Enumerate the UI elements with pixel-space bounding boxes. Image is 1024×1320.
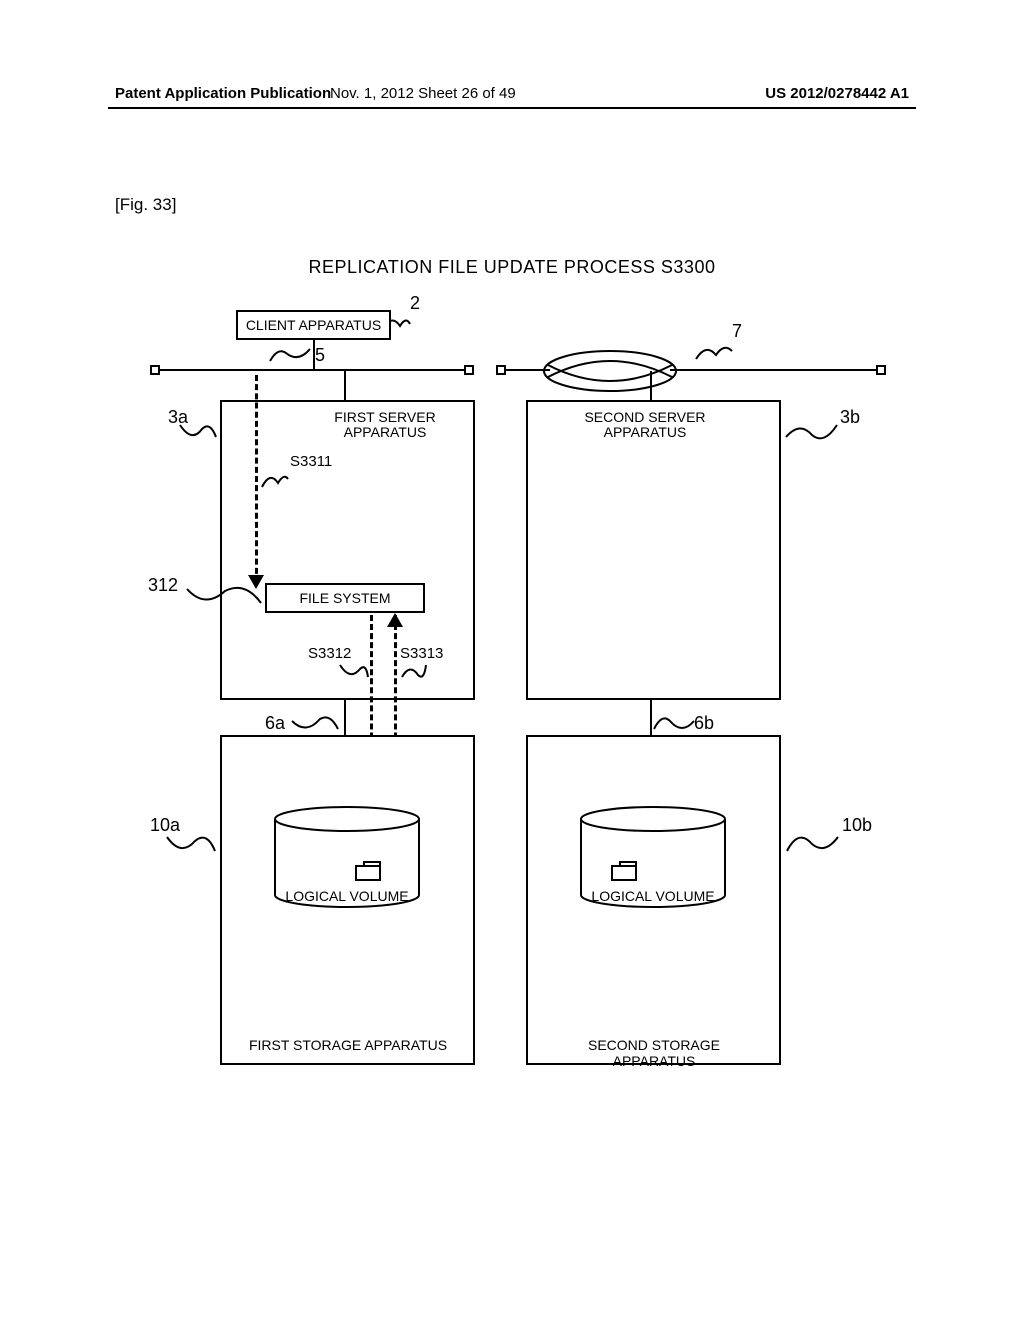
- network-line-left: [154, 369, 474, 371]
- arrowhead-icon: [387, 613, 403, 627]
- header-rule: [108, 107, 916, 109]
- figure-label: [Fig. 33]: [115, 195, 176, 215]
- ref-10a: 10a: [150, 815, 180, 836]
- first-server-label: FIRST SERVER APPARATUS: [320, 410, 450, 441]
- page-header: Patent Application Publication Nov. 1, 2…: [0, 85, 1024, 102]
- ref-5: 5: [315, 345, 325, 366]
- hatch-10a-icon: [165, 835, 217, 857]
- hatch-5-icon: [268, 347, 312, 365]
- logical-volume-left: LOGICAL VOLUME: [272, 805, 422, 910]
- ref-312: 312: [148, 575, 178, 596]
- connector-line: [650, 371, 652, 401]
- hatch-6a-icon: [290, 715, 340, 735]
- net-endpoint-icon: [150, 365, 160, 375]
- header-right: US 2012/0278442 A1: [765, 85, 909, 102]
- net-endpoint-icon: [496, 365, 506, 375]
- file-icon: [354, 860, 382, 882]
- hatch-s3311-icon: [260, 469, 290, 489]
- second-server-text: SECOND SERVER APPARATUS: [584, 409, 705, 440]
- hatch-10b-icon: [785, 835, 840, 857]
- ref-s3313: S3313: [400, 645, 443, 662]
- net-endpoint-icon: [876, 365, 886, 375]
- connector-line: [650, 700, 652, 735]
- hatch-7-icon: [694, 339, 734, 361]
- first-storage-label: FIRST STORAGE APPARATUS: [248, 1037, 448, 1053]
- ref-3b: 3b: [840, 407, 860, 428]
- hatch-3b-icon: [784, 423, 839, 445]
- connector-line: [670, 369, 880, 371]
- dashed-arrow-s3311: [255, 375, 258, 583]
- connector-line: [344, 371, 346, 401]
- client-apparatus-box: CLIENT APPARATUS: [236, 310, 391, 340]
- logical-volume-label: LOGICAL VOLUME: [578, 888, 728, 904]
- net-endpoint-icon: [464, 365, 474, 375]
- hatch-s3312-icon: [338, 663, 370, 683]
- first-server-text: FIRST SERVER APPARATUS: [334, 409, 435, 440]
- hatch-6b-icon: [652, 715, 696, 735]
- ref-6b: 6b: [694, 713, 714, 734]
- hatch-s3313-icon: [400, 663, 428, 683]
- connector-line: [344, 700, 346, 735]
- logical-volume-label: LOGICAL VOLUME: [272, 888, 422, 904]
- header-left: Patent Application Publication: [115, 85, 331, 102]
- file-icon: [610, 860, 638, 882]
- ref-s3312: S3312: [308, 645, 351, 662]
- ref-10b: 10b: [842, 815, 872, 836]
- logical-volume-right: LOGICAL VOLUME: [578, 805, 728, 910]
- diagram-title: REPLICATION FILE UPDATE PROCESS S3300: [0, 257, 1024, 278]
- second-server-box: [526, 400, 781, 700]
- second-storage-label: SECOND STORAGE APPARATUS: [554, 1037, 754, 1069]
- ref-s3311: S3311: [290, 453, 332, 470]
- ref-6a: 6a: [265, 713, 285, 734]
- header-center: Nov. 1, 2012 Sheet 26 of 49: [330, 85, 516, 102]
- hatch-3a-icon: [178, 423, 218, 445]
- connector-line: [500, 369, 550, 371]
- cloud-wan-icon: [540, 347, 680, 395]
- file-system-box: FILE SYSTEM: [265, 583, 425, 613]
- hatch-312-icon: [185, 585, 263, 607]
- second-server-label: SECOND SERVER APPARATUS: [580, 410, 710, 441]
- ref-2: 2: [410, 293, 420, 314]
- diagram-container: CLIENT APPARATUS 2 5 7 FIRST SERVER APPA…: [160, 295, 880, 1085]
